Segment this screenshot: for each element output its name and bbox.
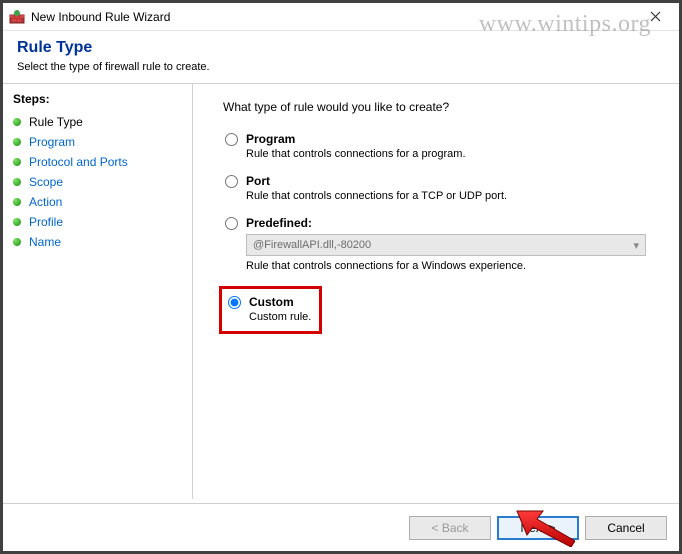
step-label: Program <box>29 135 75 149</box>
radio-custom[interactable] <box>228 296 241 309</box>
option-custom: Custom Custom rule. <box>226 295 311 323</box>
firewall-icon <box>9 9 25 25</box>
next-button[interactable]: Next > <box>497 516 579 540</box>
step-label: Scope <box>29 175 63 189</box>
chevron-down-icon: ▾ <box>633 239 639 252</box>
radio-program[interactable] <box>225 133 238 146</box>
predefined-select-value: @FirewallAPI.dll,-80200 <box>253 239 371 251</box>
radio-predefined[interactable] <box>225 217 238 230</box>
step-label: Action <box>29 195 62 209</box>
option-predefined: Predefined: @FirewallAPI.dll,-80200 ▾ Ru… <box>223 216 659 272</box>
step-name[interactable]: Name <box>13 232 182 252</box>
page-heading: Rule Type <box>17 39 665 57</box>
content-area: Steps: Rule Type Program Protocol and Po… <box>3 83 679 499</box>
step-program[interactable]: Program <box>13 132 182 152</box>
step-bullet-icon <box>13 238 21 246</box>
steps-sidebar: Steps: Rule Type Program Protocol and Po… <box>3 84 193 499</box>
step-profile[interactable]: Profile <box>13 212 182 232</box>
cancel-button[interactable]: Cancel <box>585 516 667 540</box>
step-label: Name <box>29 235 61 249</box>
option-title: Program <box>246 132 295 146</box>
step-bullet-icon <box>13 198 21 206</box>
steps-label: Steps: <box>13 92 182 106</box>
close-button[interactable] <box>637 4 673 30</box>
step-label: Protocol and Ports <box>29 155 128 169</box>
step-label: Profile <box>29 215 63 229</box>
option-port: Port Rule that controls connections for … <box>223 174 659 202</box>
step-bullet-icon <box>13 158 21 166</box>
step-rule-type[interactable]: Rule Type <box>13 112 182 132</box>
radio-port[interactable] <box>225 175 238 188</box>
wizard-footer: < Back Next > Cancel <box>3 503 679 551</box>
window-title: New Inbound Rule Wizard <box>31 10 637 24</box>
option-title: Port <box>246 174 270 188</box>
option-desc: Rule that controls connections for a TCP… <box>246 190 659 202</box>
option-port-label[interactable]: Port <box>225 174 659 188</box>
option-custom-label[interactable]: Custom <box>228 295 311 309</box>
question-text: What type of rule would you like to crea… <box>223 100 659 114</box>
option-title: Custom <box>249 295 294 309</box>
option-program: Program Rule that controls connections f… <box>223 132 659 160</box>
step-bullet-icon <box>13 138 21 146</box>
page-subtitle: Select the type of firewall rule to crea… <box>17 61 665 73</box>
step-protocol-ports[interactable]: Protocol and Ports <box>13 152 182 172</box>
titlebar: New Inbound Rule Wizard <box>3 3 679 31</box>
step-action[interactable]: Action <box>13 192 182 212</box>
option-predefined-label[interactable]: Predefined: <box>225 216 659 230</box>
predefined-select: @FirewallAPI.dll,-80200 ▾ <box>246 234 646 256</box>
option-desc: Rule that controls connections for a pro… <box>246 148 659 160</box>
option-desc: Custom rule. <box>249 311 311 323</box>
back-button: < Back <box>409 516 491 540</box>
wizard-header: Rule Type Select the type of firewall ru… <box>3 31 679 83</box>
step-bullet-icon <box>13 118 21 126</box>
main-panel: What type of rule would you like to crea… <box>193 84 679 499</box>
option-desc: Rule that controls connections for a Win… <box>246 260 659 272</box>
step-scope[interactable]: Scope <box>13 172 182 192</box>
option-program-label[interactable]: Program <box>225 132 659 146</box>
step-label: Rule Type <box>29 115 83 129</box>
step-bullet-icon <box>13 218 21 226</box>
option-title: Predefined: <box>246 216 312 230</box>
annotation-highlight: Custom Custom rule. <box>219 286 322 334</box>
step-bullet-icon <box>13 178 21 186</box>
